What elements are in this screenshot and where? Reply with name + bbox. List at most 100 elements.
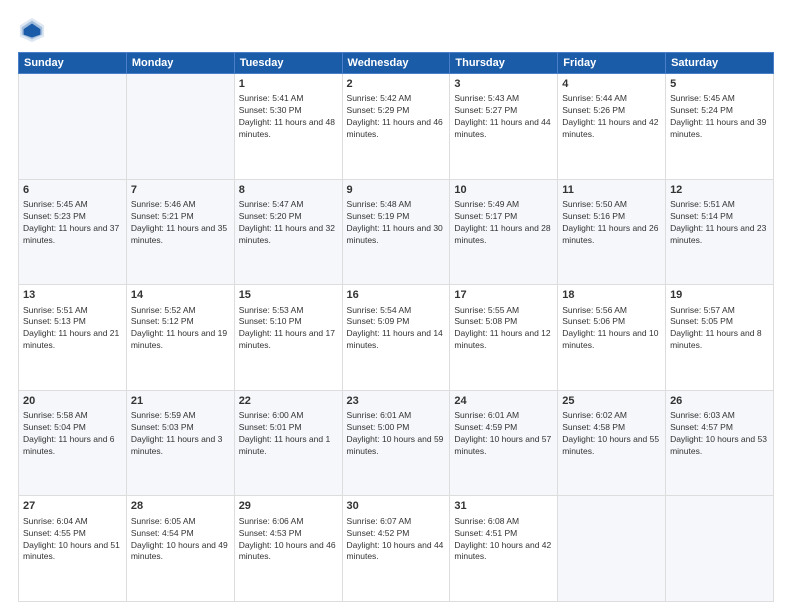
day-info: Sunset: 4:57 PM xyxy=(670,422,769,434)
day-info: Sunrise: 5:46 AM xyxy=(131,199,230,211)
day-number: 4 xyxy=(562,77,661,92)
header xyxy=(18,16,774,44)
day-info: Daylight: 10 hours and 51 minutes. xyxy=(23,540,122,564)
day-header-sunday: Sunday xyxy=(19,53,127,74)
day-number: 22 xyxy=(239,394,338,409)
day-info: Sunrise: 5:56 AM xyxy=(562,305,661,317)
calendar-week-4: 27Sunrise: 6:04 AMSunset: 4:55 PMDayligh… xyxy=(19,496,774,602)
day-info: Sunrise: 6:07 AM xyxy=(347,516,446,528)
day-info: Daylight: 10 hours and 55 minutes. xyxy=(562,434,661,458)
day-info: Sunrise: 5:51 AM xyxy=(23,305,122,317)
day-number: 10 xyxy=(454,183,553,198)
day-info: Sunset: 4:54 PM xyxy=(131,528,230,540)
day-info: Sunrise: 5:41 AM xyxy=(239,93,338,105)
day-info: Sunset: 5:26 PM xyxy=(562,105,661,117)
day-number: 9 xyxy=(347,183,446,198)
day-number: 15 xyxy=(239,288,338,303)
calendar-cell: 1Sunrise: 5:41 AMSunset: 5:30 PMDaylight… xyxy=(234,74,342,180)
day-info: Sunset: 5:16 PM xyxy=(562,211,661,223)
calendar-cell: 5Sunrise: 5:45 AMSunset: 5:24 PMDaylight… xyxy=(666,74,774,180)
day-info: Sunrise: 5:42 AM xyxy=(347,93,446,105)
day-info: Sunset: 5:13 PM xyxy=(23,316,122,328)
day-info: Sunset: 5:01 PM xyxy=(239,422,338,434)
day-number: 23 xyxy=(347,394,446,409)
logo-icon xyxy=(18,16,46,44)
day-info: Sunrise: 5:51 AM xyxy=(670,199,769,211)
day-info: Sunrise: 5:57 AM xyxy=(670,305,769,317)
day-info: Sunrise: 5:53 AM xyxy=(239,305,338,317)
day-info: Daylight: 10 hours and 42 minutes. xyxy=(454,540,553,564)
calendar-cell: 24Sunrise: 6:01 AMSunset: 4:59 PMDayligh… xyxy=(450,390,558,496)
calendar-cell: 27Sunrise: 6:04 AMSunset: 4:55 PMDayligh… xyxy=(19,496,127,602)
day-info: Daylight: 11 hours and 35 minutes. xyxy=(131,223,230,247)
day-info: Daylight: 10 hours and 53 minutes. xyxy=(670,434,769,458)
calendar-cell: 12Sunrise: 5:51 AMSunset: 5:14 PMDayligh… xyxy=(666,179,774,285)
calendar-week-1: 6Sunrise: 5:45 AMSunset: 5:23 PMDaylight… xyxy=(19,179,774,285)
day-info: Sunrise: 6:06 AM xyxy=(239,516,338,528)
calendar-cell: 29Sunrise: 6:06 AMSunset: 4:53 PMDayligh… xyxy=(234,496,342,602)
calendar-cell: 3Sunrise: 5:43 AMSunset: 5:27 PMDaylight… xyxy=(450,74,558,180)
logo xyxy=(18,16,50,44)
day-header-monday: Monday xyxy=(126,53,234,74)
day-number: 20 xyxy=(23,394,122,409)
day-info: Daylight: 11 hours and 23 minutes. xyxy=(670,223,769,247)
day-info: Sunrise: 6:00 AM xyxy=(239,410,338,422)
day-info: Sunrise: 5:50 AM xyxy=(562,199,661,211)
calendar-cell: 23Sunrise: 6:01 AMSunset: 5:00 PMDayligh… xyxy=(342,390,450,496)
day-number: 19 xyxy=(670,288,769,303)
day-info: Sunrise: 5:45 AM xyxy=(670,93,769,105)
day-info: Sunset: 5:12 PM xyxy=(131,316,230,328)
day-info: Daylight: 11 hours and 28 minutes. xyxy=(454,223,553,247)
day-info: Sunset: 5:27 PM xyxy=(454,105,553,117)
calendar-cell xyxy=(558,496,666,602)
day-info: Sunset: 5:21 PM xyxy=(131,211,230,223)
calendar-week-0: 1Sunrise: 5:41 AMSunset: 5:30 PMDaylight… xyxy=(19,74,774,180)
calendar-cell: 26Sunrise: 6:03 AMSunset: 4:57 PMDayligh… xyxy=(666,390,774,496)
day-info: Sunrise: 5:49 AM xyxy=(454,199,553,211)
calendar-cell: 8Sunrise: 5:47 AMSunset: 5:20 PMDaylight… xyxy=(234,179,342,285)
day-number: 27 xyxy=(23,499,122,514)
day-info: Daylight: 11 hours and 42 minutes. xyxy=(562,117,661,141)
calendar-cell: 14Sunrise: 5:52 AMSunset: 5:12 PMDayligh… xyxy=(126,285,234,391)
day-info: Sunrise: 5:55 AM xyxy=(454,305,553,317)
day-number: 21 xyxy=(131,394,230,409)
calendar-cell: 6Sunrise: 5:45 AMSunset: 5:23 PMDaylight… xyxy=(19,179,127,285)
day-info: Sunset: 5:23 PM xyxy=(23,211,122,223)
day-info: Daylight: 11 hours and 14 minutes. xyxy=(347,328,446,352)
day-info: Sunset: 4:58 PM xyxy=(562,422,661,434)
calendar-cell: 9Sunrise: 5:48 AMSunset: 5:19 PMDaylight… xyxy=(342,179,450,285)
calendar-week-2: 13Sunrise: 5:51 AMSunset: 5:13 PMDayligh… xyxy=(19,285,774,391)
calendar-cell: 31Sunrise: 6:08 AMSunset: 4:51 PMDayligh… xyxy=(450,496,558,602)
day-number: 18 xyxy=(562,288,661,303)
day-info: Daylight: 11 hours and 48 minutes. xyxy=(239,117,338,141)
day-number: 12 xyxy=(670,183,769,198)
day-number: 2 xyxy=(347,77,446,92)
day-info: Daylight: 10 hours and 59 minutes. xyxy=(347,434,446,458)
day-number: 31 xyxy=(454,499,553,514)
day-info: Sunset: 5:04 PM xyxy=(23,422,122,434)
calendar-cell: 15Sunrise: 5:53 AMSunset: 5:10 PMDayligh… xyxy=(234,285,342,391)
day-info: Sunset: 5:30 PM xyxy=(239,105,338,117)
calendar-cell xyxy=(666,496,774,602)
day-info: Sunset: 5:05 PM xyxy=(670,316,769,328)
day-number: 16 xyxy=(347,288,446,303)
day-info: Daylight: 11 hours and 44 minutes. xyxy=(454,117,553,141)
calendar-cell xyxy=(126,74,234,180)
day-header-wednesday: Wednesday xyxy=(342,53,450,74)
day-header-friday: Friday xyxy=(558,53,666,74)
calendar-cell: 18Sunrise: 5:56 AMSunset: 5:06 PMDayligh… xyxy=(558,285,666,391)
day-info: Daylight: 10 hours and 57 minutes. xyxy=(454,434,553,458)
calendar-week-3: 20Sunrise: 5:58 AMSunset: 5:04 PMDayligh… xyxy=(19,390,774,496)
calendar-header-row: SundayMondayTuesdayWednesdayThursdayFrid… xyxy=(19,53,774,74)
day-info: Daylight: 11 hours and 19 minutes. xyxy=(131,328,230,352)
day-header-thursday: Thursday xyxy=(450,53,558,74)
day-info: Daylight: 11 hours and 21 minutes. xyxy=(23,328,122,352)
day-info: Sunrise: 5:43 AM xyxy=(454,93,553,105)
day-info: Sunset: 4:59 PM xyxy=(454,422,553,434)
day-number: 26 xyxy=(670,394,769,409)
day-info: Sunrise: 5:47 AM xyxy=(239,199,338,211)
calendar-cell: 28Sunrise: 6:05 AMSunset: 4:54 PMDayligh… xyxy=(126,496,234,602)
day-header-saturday: Saturday xyxy=(666,53,774,74)
day-info: Daylight: 11 hours and 26 minutes. xyxy=(562,223,661,247)
day-info: Daylight: 10 hours and 46 minutes. xyxy=(239,540,338,564)
